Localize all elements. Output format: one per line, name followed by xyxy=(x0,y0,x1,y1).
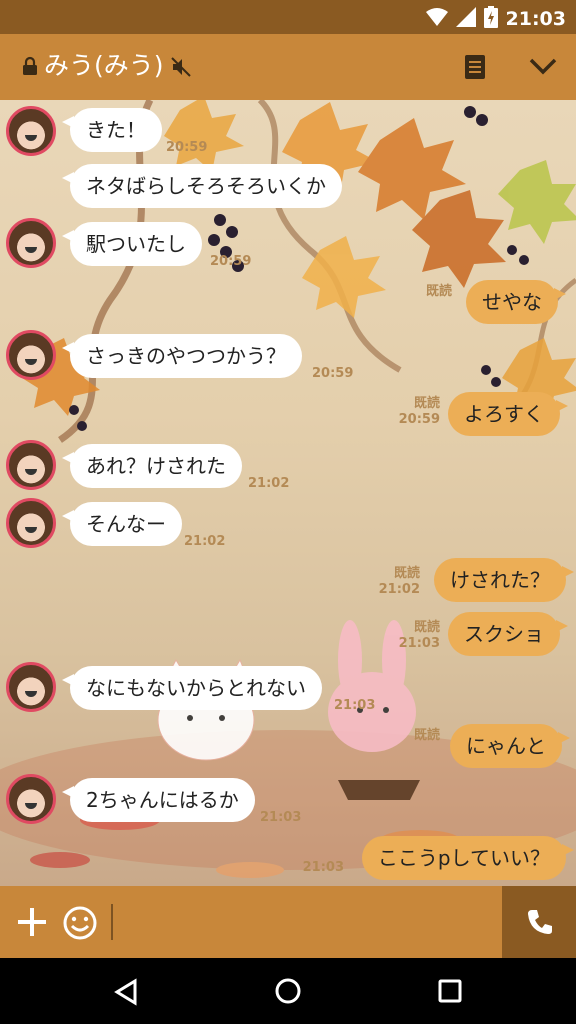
message-meta: 21:03 xyxy=(303,860,344,876)
incoming-message-bubble[interactable]: 2ちゃんにはるか xyxy=(62,778,255,822)
avatar[interactable] xyxy=(6,774,56,824)
input-divider xyxy=(111,904,113,940)
input-bar xyxy=(0,886,576,958)
incoming-message-bubble[interactable]: 駅ついたし xyxy=(62,222,202,266)
message-timestamp: 21:03 xyxy=(302,860,344,875)
incoming-message-bubble[interactable]: あれ？けされた xyxy=(62,444,242,488)
message-meta: 既読 20:59 xyxy=(399,396,440,428)
incoming-message-bubble[interactable]: さっきのやつつかう？ xyxy=(62,334,302,378)
incoming-message-bubble[interactable]: ネタばらしそろそろいくか xyxy=(62,164,342,208)
outgoing-message-bubble[interactable]: せやな xyxy=(466,280,566,324)
outgoing-message-bubble[interactable]: スクショ xyxy=(448,612,568,656)
outgoing-message-bubble[interactable]: にゃんと xyxy=(450,724,570,768)
message-timestamp: 21:03 xyxy=(260,810,302,825)
wifi-icon xyxy=(425,7,448,31)
message-timestamp: 20:59 xyxy=(166,140,208,155)
outgoing-message-bubble[interactable]: よろすく xyxy=(448,392,568,436)
message-timestamp: 20:59 xyxy=(398,412,440,427)
chat-header: みう(みう) xyxy=(0,34,576,100)
status-icons: 21:03 xyxy=(425,6,566,32)
notes-icon[interactable] xyxy=(464,54,486,84)
status-time: 21:03 xyxy=(505,8,566,30)
message-meta: 既読 xyxy=(426,284,452,300)
read-receipt: 既読 xyxy=(413,728,440,743)
message-timestamp: 21:03 xyxy=(334,698,376,713)
battery-charging-icon xyxy=(483,6,498,32)
read-receipt: 既読 xyxy=(393,566,420,581)
message-meta: 既読 xyxy=(414,728,440,744)
avatar[interactable] xyxy=(6,330,56,380)
mute-icon xyxy=(170,56,192,82)
read-receipt: 既読 xyxy=(425,284,452,299)
outgoing-message-bubble[interactable]: けされた？ xyxy=(434,558,574,602)
chat-title[interactable]: みう(みう) xyxy=(44,50,164,82)
read-receipt: 既読 xyxy=(413,620,440,635)
status-bar: 21:03 xyxy=(0,0,576,34)
message-timestamp: 21:02 xyxy=(184,534,226,549)
incoming-message-bubble[interactable]: そんなー xyxy=(62,502,182,546)
android-nav-bar xyxy=(0,958,576,1024)
phone-icon[interactable] xyxy=(502,886,576,958)
message-timestamp: 21:02 xyxy=(248,476,290,491)
message-timestamp: 21:03 xyxy=(398,636,440,651)
outgoing-message-bubble[interactable]: ここうpしていい？ xyxy=(361,836,575,880)
autumn-leaves-background xyxy=(0,100,576,879)
incoming-message-bubble[interactable]: なにもないからとれない xyxy=(62,666,322,710)
signal-icon xyxy=(455,7,476,31)
message-timestamp: 20:59 xyxy=(210,254,252,269)
emoji-icon[interactable] xyxy=(62,905,98,945)
plus-icon[interactable] xyxy=(16,906,48,942)
message-meta: 既読 21:03 xyxy=(399,620,440,652)
avatar[interactable] xyxy=(6,498,56,548)
home-icon[interactable] xyxy=(274,977,302,1009)
read-receipt: 既読 xyxy=(413,396,440,411)
message-timestamp: 21:02 xyxy=(378,582,420,597)
avatar[interactable] xyxy=(6,440,56,490)
avatar[interactable] xyxy=(6,218,56,268)
lock-icon xyxy=(22,56,38,80)
chevron-down-icon[interactable] xyxy=(528,56,558,80)
back-icon[interactable] xyxy=(113,978,139,1010)
incoming-message-bubble[interactable]: きた！ xyxy=(62,108,162,152)
message-timestamp: 20:59 xyxy=(312,366,354,381)
avatar[interactable] xyxy=(6,662,56,712)
message-meta: 既読 21:02 xyxy=(379,566,420,598)
recent-apps-icon[interactable] xyxy=(438,979,462,1007)
avatar[interactable] xyxy=(6,106,56,156)
chat-area[interactable]: きた！ 20:59 ネタばらしそろそろいくか 駅ついたし 20:59 せやな 既読 さっきのや… xyxy=(0,100,576,886)
